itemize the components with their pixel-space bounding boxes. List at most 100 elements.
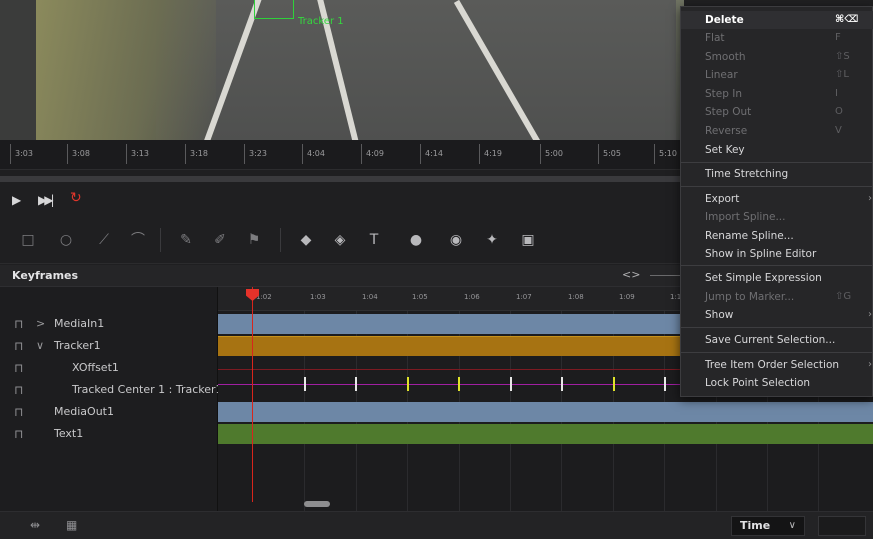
menu-item-save-current-selection[interactable]: Save Current Selection... — [681, 331, 873, 349]
tree-item-tracked-center[interactable]: ⊓ Tracked Center 1 : Tracker1 — [0, 379, 223, 401]
timeline-tick: 1:06 — [464, 293, 480, 301]
value-field[interactable] — [818, 516, 866, 536]
keyframe-marker[interactable] — [304, 377, 306, 391]
ruler-tick: 4:14 — [420, 144, 443, 164]
collapse-caret-icon[interactable]: ∨ — [36, 335, 44, 357]
skip-to-end-icon[interactable]: ▶▶| — [38, 193, 54, 207]
ruler-tick: 3:08 — [67, 144, 90, 164]
menu-item-export[interactable]: Export › — [681, 190, 873, 208]
camera-3d-icon[interactable]: ● — [406, 230, 426, 250]
grid-view-icon[interactable]: ▦ — [66, 518, 77, 532]
keyframe-tree: ⊓ > MediaIn1 ⊓ ∨ Tracker1 ⊓ XOffset1 ⊓ T… — [0, 287, 223, 511]
ruler-tick: 5:05 — [598, 144, 621, 164]
menu-item-label: Linear — [705, 69, 738, 81]
menu-item-jump-to-marker[interactable]: Jump to Marker... ⇧G — [681, 288, 873, 306]
tree-item-label: Text1 — [54, 427, 84, 440]
lock-icon[interactable]: ⊓ — [14, 401, 23, 423]
menu-item-show[interactable]: Show › — [681, 306, 873, 324]
ruler-tick: 3:13 — [126, 144, 149, 164]
keyframe-marker[interactable] — [561, 377, 563, 391]
lock-icon[interactable]: ⊓ — [14, 379, 23, 401]
tree-item-mediaout1[interactable]: ⊓ MediaOut1 — [0, 401, 218, 423]
keyframe-marker[interactable] — [407, 377, 409, 391]
menu-item-rename-spline[interactable]: Rename Spline... — [681, 227, 873, 245]
menu-item-show-in-spline-editor[interactable]: Show in Spline Editor — [681, 245, 873, 263]
tree-item-label: MediaIn1 — [54, 317, 105, 330]
menu-item-smooth[interactable]: Smooth ⇧S — [681, 48, 873, 66]
menu-item-shortcut: ⇧G — [835, 291, 852, 302]
playhead-line[interactable] — [252, 287, 253, 502]
menu-item-lock-point-selection[interactable]: Lock Point Selection — [681, 374, 873, 392]
play-icon[interactable]: ▶ — [12, 193, 21, 207]
shape-3d-icon[interactable]: ◆ — [296, 230, 316, 250]
horizontal-scrollbar[interactable] — [304, 501, 330, 507]
loop-icon[interactable]: ↻ — [70, 190, 82, 206]
text1-bar[interactable] — [218, 424, 873, 444]
tree-item-mediain1[interactable]: ⊓ > MediaIn1 — [0, 313, 218, 335]
fit-horizontal-icon[interactable]: ⇹ — [30, 518, 40, 532]
timeline-tick: 1:07 — [516, 293, 532, 301]
lock-icon[interactable]: ⊓ — [14, 357, 23, 379]
expand-caret-icon[interactable]: > — [36, 313, 45, 335]
zoom-slider[interactable] — [650, 275, 680, 276]
image-plane-icon[interactable]: ◉ — [446, 230, 466, 250]
merge-3d-icon[interactable]: ◈ — [330, 230, 350, 250]
lock-icon[interactable]: ⊓ — [14, 335, 23, 357]
keyframe-marker[interactable] — [613, 377, 615, 391]
paint-tool-icon[interactable]: ✎ — [176, 230, 196, 250]
timeline-tick: 1:05 — [412, 293, 428, 301]
lock-icon[interactable]: ⊓ — [14, 423, 23, 445]
submenu-arrow-icon: › — [868, 193, 872, 204]
tree-item-label: Tracked Center 1 : Tracker1 — [72, 383, 223, 396]
keyframe-marker[interactable] — [510, 377, 512, 391]
menu-item-linear[interactable]: Linear ⇧L — [681, 66, 873, 84]
time-mode-select[interactable]: Time ∨ — [731, 516, 805, 536]
menu-item-import-spline[interactable]: Import Spline... — [681, 208, 873, 226]
zoom-arrows-icon[interactable]: <> — [622, 268, 640, 281]
renderer-3d-icon[interactable]: ▣ — [518, 230, 538, 250]
menu-item-tree-item-order[interactable]: Tree Item Order Selection › — [681, 356, 873, 374]
menu-item-step-out[interactable]: Step Out O — [681, 103, 873, 121]
menu-item-label: Set Key — [705, 144, 745, 156]
menu-item-flat[interactable]: Flat F — [681, 29, 873, 47]
video-frame[interactable]: Tracker 1 — [36, 0, 684, 140]
menu-item-label: Smooth — [705, 51, 746, 63]
polygon-tool-icon[interactable]: ⟋ — [94, 230, 114, 250]
menu-item-label: Tree Item Order Selection — [705, 359, 840, 371]
flag-tool-icon[interactable]: ⚑ — [244, 230, 264, 250]
menu-item-delete[interactable]: Delete ⌘⌫ — [681, 11, 873, 29]
time-mode-label: Time — [740, 519, 771, 532]
tree-item-text1[interactable]: ⊓ Text1 — [0, 423, 218, 445]
keyframe-marker[interactable] — [355, 377, 357, 391]
tree-item-label: Tracker1 — [54, 339, 101, 352]
ellipse-tool-icon[interactable]: ○ — [56, 230, 76, 250]
menu-item-set-key[interactable]: Set Key — [681, 141, 873, 159]
text-3d-icon[interactable]: T — [364, 230, 384, 250]
menu-separator — [681, 265, 873, 266]
menu-item-label: Show — [705, 309, 734, 321]
ruler-tick: 3:23 — [244, 144, 267, 164]
rectangle-tool-icon[interactable]: □ — [18, 230, 38, 250]
menu-item-label: Step In — [705, 88, 742, 100]
menu-item-label: Set Simple Expression — [705, 272, 822, 284]
keyframe-marker[interactable] — [458, 377, 460, 391]
roadside-image — [36, 0, 216, 140]
menu-item-step-in[interactable]: Step In I — [681, 85, 873, 103]
lock-icon[interactable]: ⊓ — [14, 313, 23, 335]
menu-item-set-simple-expression[interactable]: Set Simple Expression — [681, 269, 873, 287]
tracker-box[interactable] — [254, 0, 294, 19]
tree-item-xoffset1[interactable]: ⊓ XOffset1 — [0, 357, 218, 379]
paint-stroke-icon[interactable]: ✐ — [210, 230, 230, 250]
ruler-tick: 5:10 — [654, 144, 677, 164]
menu-item-shortcut: O — [835, 106, 843, 117]
light-3d-icon[interactable]: ✦ — [482, 230, 502, 250]
keyframe-marker[interactable] — [664, 377, 666, 391]
ruler-tick: 4:04 — [302, 144, 325, 164]
mediaout1-bar[interactable] — [218, 402, 873, 422]
submenu-arrow-icon: › — [868, 309, 872, 320]
menu-item-reverse[interactable]: Reverse V — [681, 122, 873, 140]
chevron-down-icon: ∨ — [788, 520, 796, 531]
tree-item-tracker1[interactable]: ⊓ ∨ Tracker1 — [0, 335, 218, 357]
menu-item-time-stretching[interactable]: Time Stretching — [681, 165, 873, 183]
bspline-tool-icon[interactable]: ⌒ — [128, 230, 148, 250]
